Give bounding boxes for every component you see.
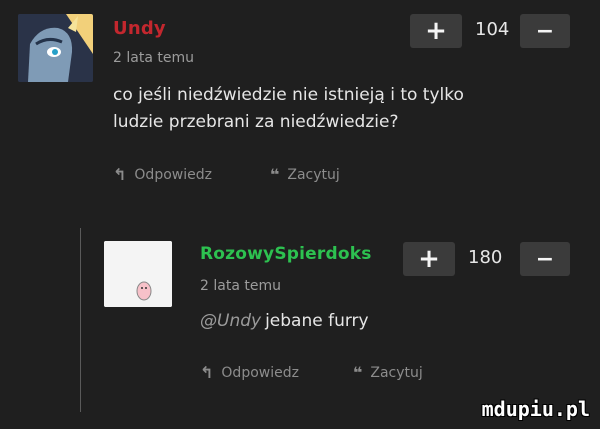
comment-timestamp: 2 lata temu [113, 50, 194, 66]
comment-score: 180 [468, 247, 503, 268]
comment-username[interactable]: RozowySpierdoks [200, 244, 372, 264]
quote-label: Zacytuj [287, 166, 340, 183]
quote-button[interactable]: ❝ Zacytuj [353, 363, 423, 382]
reply-arrow-icon: ↰ [200, 363, 214, 382]
reply-arrow-icon: ↰ [113, 165, 127, 184]
upvote-button[interactable]: + [410, 14, 462, 48]
quote-button[interactable]: ❝ Zacytuj [270, 165, 340, 184]
comment-timestamp: 2 lata temu [200, 278, 281, 294]
reply-label: Odpowiedz [134, 166, 212, 183]
reply-button[interactable]: ↰ Odpowiedz [200, 363, 299, 382]
comment-line: ludzie przebrani za niedźwiedzie? [113, 112, 399, 132]
avatar-undy[interactable] [18, 14, 93, 82]
comment-username[interactable]: Undy [113, 18, 166, 39]
comment-body: @Undy jebane furry [200, 308, 369, 335]
avatar-rozowyspierdoks[interactable] [104, 241, 172, 307]
reply-label: Odpowiedz [221, 364, 299, 381]
mention-link[interactable]: @Undy [200, 311, 261, 331]
quote-icon: ❝ [270, 165, 280, 184]
quote-icon: ❝ [353, 363, 363, 382]
comment-body: co jeśli niedźwiedzie nie istnieją i to … [113, 82, 553, 136]
downvote-button[interactable]: − [520, 242, 570, 276]
reply-button[interactable]: ↰ Odpowiedz [113, 165, 212, 184]
quote-label: Zacytuj [370, 364, 423, 381]
watermark: mdupiu.pl [481, 397, 590, 421]
comment-line: co jeśli niedźwiedzie nie istnieją i to … [113, 85, 464, 105]
comment-score: 104 [475, 19, 510, 40]
downvote-button[interactable]: − [520, 14, 570, 48]
thread-line [80, 228, 81, 412]
comment-text: jebane furry [265, 311, 369, 331]
upvote-button[interactable]: + [403, 242, 455, 276]
